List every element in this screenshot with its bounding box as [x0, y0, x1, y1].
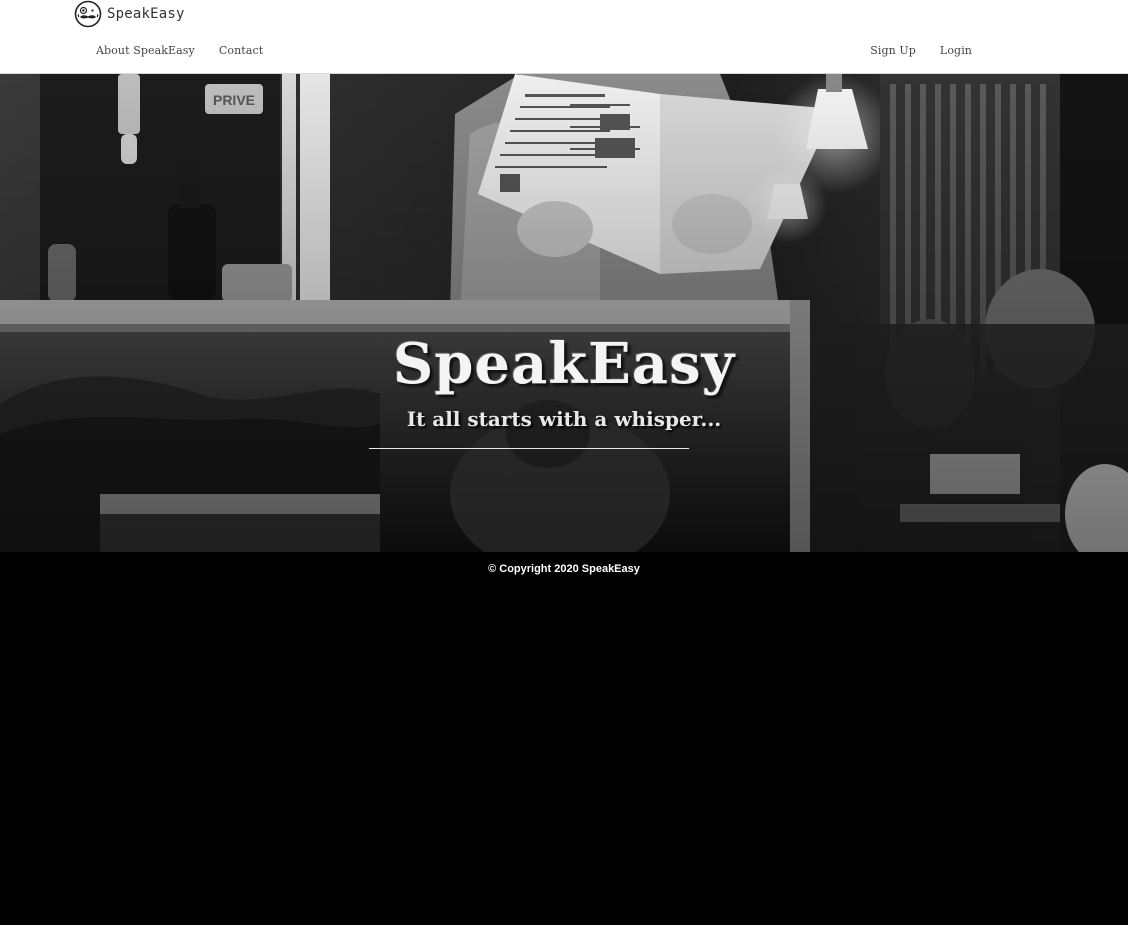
footer: © Copyright 2020 SpeakEasy	[0, 552, 1128, 925]
brand-name: SpeakEasy	[107, 6, 185, 22]
copyright-text: © Copyright 2020 SpeakEasy	[488, 563, 640, 575]
nav-login-link[interactable]: Login	[940, 44, 972, 57]
navbar: SpeakEasy About SpeakEasy Contact Sign U…	[0, 0, 1128, 74]
hero-subtitle: It all starts with a whisper...	[406, 407, 722, 431]
nav-contact-link[interactable]: Contact	[219, 44, 263, 57]
hero-section: PRIVE	[0, 74, 1128, 552]
nav-about-link[interactable]: About SpeakEasy	[96, 44, 195, 57]
mustache-face-icon	[74, 0, 102, 28]
hero-divider	[369, 448, 689, 449]
nav-left: About SpeakEasy Contact	[96, 44, 263, 57]
hero-background-image: PRIVE	[0, 74, 1128, 552]
nav-right: Sign Up Login	[870, 44, 972, 57]
nav-signup-link[interactable]: Sign Up	[870, 44, 916, 57]
hero-title: SpeakEasy	[392, 331, 736, 397]
brand-link[interactable]: SpeakEasy	[72, 0, 185, 28]
